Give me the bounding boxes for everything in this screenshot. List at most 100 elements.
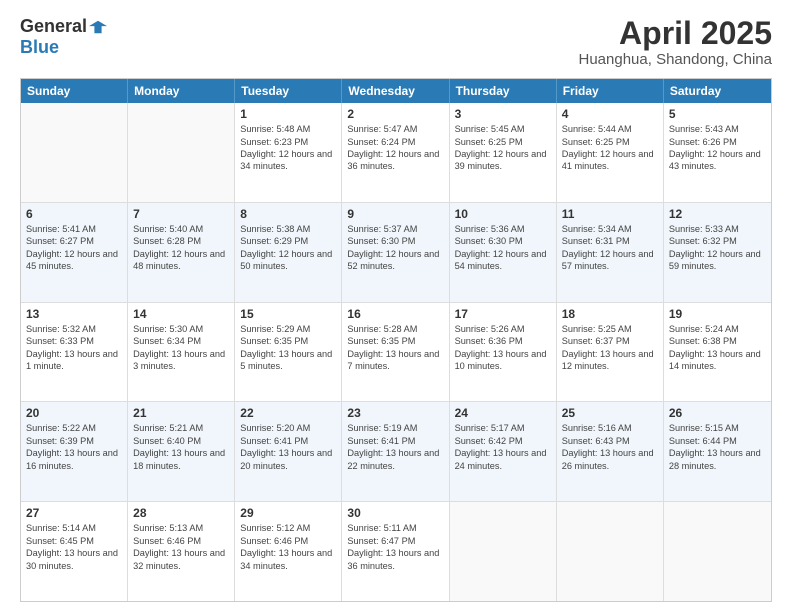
header-day-saturday: Saturday bbox=[664, 79, 771, 103]
calendar-cell: 10 Sunrise: 5:36 AM Sunset: 6:30 PM Dayli… bbox=[450, 203, 557, 302]
header: General Blue April 2025 Huanghua, Shando… bbox=[20, 16, 772, 68]
calendar-cell: 1 Sunrise: 5:48 AM Sunset: 6:23 PM Daylig… bbox=[235, 103, 342, 202]
calendar-cell: 4 Sunrise: 5:44 AM Sunset: 6:25 PM Daylig… bbox=[557, 103, 664, 202]
day-number: 8 bbox=[240, 207, 336, 221]
cell-info: Sunrise: 5:25 AM Sunset: 6:37 PM Dayligh… bbox=[562, 323, 658, 373]
calendar-cell: 2 Sunrise: 5:47 AM Sunset: 6:24 PM Daylig… bbox=[342, 103, 449, 202]
calendar-cell bbox=[21, 103, 128, 202]
header-day-monday: Monday bbox=[128, 79, 235, 103]
calendar-cell: 16 Sunrise: 5:28 AM Sunset: 6:35 PM Dayli… bbox=[342, 303, 449, 402]
day-number: 16 bbox=[347, 307, 443, 321]
cell-info: Sunrise: 5:21 AM Sunset: 6:40 PM Dayligh… bbox=[133, 422, 229, 472]
cell-info: Sunrise: 5:19 AM Sunset: 6:41 PM Dayligh… bbox=[347, 422, 443, 472]
logo-blue-text: Blue bbox=[20, 37, 59, 58]
day-number: 11 bbox=[562, 207, 658, 221]
calendar-cell: 19 Sunrise: 5:24 AM Sunset: 6:38 PM Dayli… bbox=[664, 303, 771, 402]
day-number: 23 bbox=[347, 406, 443, 420]
calendar-cell: 8 Sunrise: 5:38 AM Sunset: 6:29 PM Daylig… bbox=[235, 203, 342, 302]
calendar-cell: 18 Sunrise: 5:25 AM Sunset: 6:37 PM Dayli… bbox=[557, 303, 664, 402]
day-number: 9 bbox=[347, 207, 443, 221]
calendar-cell: 14 Sunrise: 5:30 AM Sunset: 6:34 PM Dayli… bbox=[128, 303, 235, 402]
cell-info: Sunrise: 5:26 AM Sunset: 6:36 PM Dayligh… bbox=[455, 323, 551, 373]
day-number: 6 bbox=[26, 207, 122, 221]
day-number: 13 bbox=[26, 307, 122, 321]
calendar-cell: 29 Sunrise: 5:12 AM Sunset: 6:46 PM Dayli… bbox=[235, 502, 342, 601]
day-number: 29 bbox=[240, 506, 336, 520]
cell-info: Sunrise: 5:24 AM Sunset: 6:38 PM Dayligh… bbox=[669, 323, 766, 373]
header-day-sunday: Sunday bbox=[21, 79, 128, 103]
cell-info: Sunrise: 5:36 AM Sunset: 6:30 PM Dayligh… bbox=[455, 223, 551, 273]
calendar-cell: 22 Sunrise: 5:20 AM Sunset: 6:41 PM Dayli… bbox=[235, 402, 342, 501]
cell-info: Sunrise: 5:11 AM Sunset: 6:47 PM Dayligh… bbox=[347, 522, 443, 572]
day-number: 15 bbox=[240, 307, 336, 321]
cell-info: Sunrise: 5:14 AM Sunset: 6:45 PM Dayligh… bbox=[26, 522, 122, 572]
calendar-cell bbox=[557, 502, 664, 601]
day-number: 5 bbox=[669, 107, 766, 121]
cell-info: Sunrise: 5:45 AM Sunset: 6:25 PM Dayligh… bbox=[455, 123, 551, 173]
header-day-wednesday: Wednesday bbox=[342, 79, 449, 103]
calendar-cell: 3 Sunrise: 5:45 AM Sunset: 6:25 PM Daylig… bbox=[450, 103, 557, 202]
cell-info: Sunrise: 5:15 AM Sunset: 6:44 PM Dayligh… bbox=[669, 422, 766, 472]
day-number: 3 bbox=[455, 107, 551, 121]
day-number: 12 bbox=[669, 207, 766, 221]
cell-info: Sunrise: 5:13 AM Sunset: 6:46 PM Dayligh… bbox=[133, 522, 229, 572]
calendar-cell: 11 Sunrise: 5:34 AM Sunset: 6:31 PM Dayli… bbox=[557, 203, 664, 302]
day-number: 30 bbox=[347, 506, 443, 520]
main-title: April 2025 bbox=[579, 16, 773, 51]
calendar-body: 1 Sunrise: 5:48 AM Sunset: 6:23 PM Daylig… bbox=[21, 103, 771, 601]
calendar-cell: 12 Sunrise: 5:33 AM Sunset: 6:32 PM Dayli… bbox=[664, 203, 771, 302]
day-number: 7 bbox=[133, 207, 229, 221]
calendar-cell bbox=[664, 502, 771, 601]
day-number: 18 bbox=[562, 307, 658, 321]
calendar-header: SundayMondayTuesdayWednesdayThursdayFrid… bbox=[21, 79, 771, 103]
cell-info: Sunrise: 5:38 AM Sunset: 6:29 PM Dayligh… bbox=[240, 223, 336, 273]
calendar-cell: 30 Sunrise: 5:11 AM Sunset: 6:47 PM Dayli… bbox=[342, 502, 449, 601]
logo: General Blue bbox=[20, 16, 107, 58]
cell-info: Sunrise: 5:30 AM Sunset: 6:34 PM Dayligh… bbox=[133, 323, 229, 373]
day-number: 10 bbox=[455, 207, 551, 221]
day-number: 1 bbox=[240, 107, 336, 121]
day-number: 19 bbox=[669, 307, 766, 321]
day-number: 28 bbox=[133, 506, 229, 520]
day-number: 17 bbox=[455, 307, 551, 321]
cell-info: Sunrise: 5:44 AM Sunset: 6:25 PM Dayligh… bbox=[562, 123, 658, 173]
calendar-row-2: 6 Sunrise: 5:41 AM Sunset: 6:27 PM Daylig… bbox=[21, 202, 771, 302]
page: General Blue April 2025 Huanghua, Shando… bbox=[0, 0, 792, 612]
day-number: 26 bbox=[669, 406, 766, 420]
cell-info: Sunrise: 5:41 AM Sunset: 6:27 PM Dayligh… bbox=[26, 223, 122, 273]
calendar-cell: 9 Sunrise: 5:37 AM Sunset: 6:30 PM Daylig… bbox=[342, 203, 449, 302]
calendar-cell: 25Sunrise: 5:16 AM Sunset: 6:43 PM Dayli… bbox=[557, 402, 664, 501]
header-day-friday: Friday bbox=[557, 79, 664, 103]
calendar-cell: 20Sunrise: 5:22 AM Sunset: 6:39 PM Dayli… bbox=[21, 402, 128, 501]
calendar-cell: 27 Sunrise: 5:14 AM Sunset: 6:45 PM Dayli… bbox=[21, 502, 128, 601]
cell-info: Sunrise: 5:12 AM Sunset: 6:46 PM Dayligh… bbox=[240, 522, 336, 572]
cell-info: Sunrise: 5:28 AM Sunset: 6:35 PM Dayligh… bbox=[347, 323, 443, 373]
calendar-cell: 17 Sunrise: 5:26 AM Sunset: 6:36 PM Dayli… bbox=[450, 303, 557, 402]
calendar-cell bbox=[128, 103, 235, 202]
cell-info: Sunrise: 5:47 AM Sunset: 6:24 PM Dayligh… bbox=[347, 123, 443, 173]
day-number: 14 bbox=[133, 307, 229, 321]
day-number: 27 bbox=[26, 506, 122, 520]
cell-info: Sunrise: 5:33 AM Sunset: 6:32 PM Dayligh… bbox=[669, 223, 766, 273]
calendar: SundayMondayTuesdayWednesdayThursdayFrid… bbox=[20, 78, 772, 602]
calendar-cell: 23 Sunrise: 5:19 AM Sunset: 6:41 PM Dayli… bbox=[342, 402, 449, 501]
cell-info: Sunrise: 5:48 AM Sunset: 6:23 PM Dayligh… bbox=[240, 123, 336, 173]
calendar-cell: 26 Sunrise: 5:15 AM Sunset: 6:44 PM Dayli… bbox=[664, 402, 771, 501]
day-number: 2 bbox=[347, 107, 443, 121]
subtitle: Huanghua, Shandong, China bbox=[579, 51, 773, 68]
logo-bird-icon bbox=[89, 18, 107, 36]
calendar-cell: 24Sunrise: 5:17 AM Sunset: 6:42 PM Dayli… bbox=[450, 402, 557, 501]
header-day-tuesday: Tuesday bbox=[235, 79, 342, 103]
calendar-cell bbox=[450, 502, 557, 601]
calendar-cell: 15Sunrise: 5:29 AM Sunset: 6:35 PM Dayli… bbox=[235, 303, 342, 402]
calendar-row-4: 20Sunrise: 5:22 AM Sunset: 6:39 PM Dayli… bbox=[21, 401, 771, 501]
calendar-cell: 13Sunrise: 5:32 AM Sunset: 6:33 PM Dayli… bbox=[21, 303, 128, 402]
title-section: April 2025 Huanghua, Shandong, China bbox=[579, 16, 773, 68]
day-number: 22 bbox=[240, 406, 336, 420]
calendar-cell: 28 Sunrise: 5:13 AM Sunset: 6:46 PM Dayli… bbox=[128, 502, 235, 601]
cell-info: Sunrise: 5:34 AM Sunset: 6:31 PM Dayligh… bbox=[562, 223, 658, 273]
cell-info: Sunrise: 5:37 AM Sunset: 6:30 PM Dayligh… bbox=[347, 223, 443, 273]
day-number: 4 bbox=[562, 107, 658, 121]
cell-info: Sunrise: 5:20 AM Sunset: 6:41 PM Dayligh… bbox=[240, 422, 336, 472]
cell-info: Sunrise: 5:40 AM Sunset: 6:28 PM Dayligh… bbox=[133, 223, 229, 273]
